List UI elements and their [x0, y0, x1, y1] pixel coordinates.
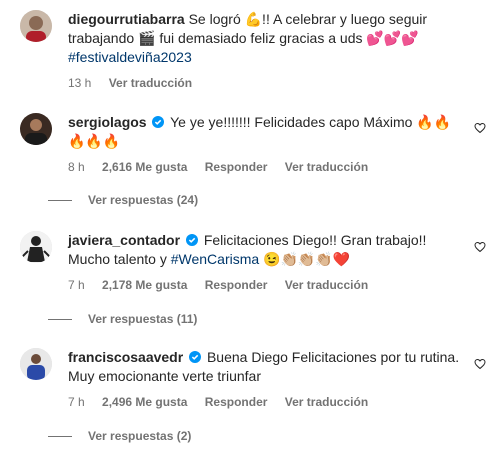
replies-divider — [48, 435, 72, 437]
reply-button[interactable]: Responder — [205, 278, 268, 292]
timestamp[interactable]: 8 h — [68, 160, 85, 174]
view-replies-button[interactable]: Ver respuestas (2) — [48, 429, 191, 443]
translate-link[interactable]: Ver traducción — [285, 395, 368, 409]
verified-badge-icon — [185, 234, 198, 246]
avatar[interactable] — [20, 113, 52, 145]
timestamp[interactable]: 7 h — [68, 278, 85, 292]
comment-username[interactable]: diegourrutiabarra — [68, 11, 185, 27]
like-heart-icon[interactable] — [474, 241, 486, 253]
comment-username[interactable]: javiera_contador — [68, 232, 180, 248]
verified-badge-icon — [152, 116, 165, 128]
hashtag-link[interactable]: #WenCarisma — [171, 251, 259, 267]
reply-button[interactable]: Responder — [205, 395, 268, 409]
like-heart-icon[interactable] — [474, 358, 486, 370]
comment-username[interactable]: franciscosaavedr — [68, 349, 183, 365]
avatar[interactable] — [20, 231, 52, 263]
view-replies-label[interactable]: Ver respuestas (24) — [88, 193, 198, 207]
likes-count[interactable]: 2,178 Me gusta — [102, 278, 187, 292]
comment-username[interactable]: sergiolagos — [68, 114, 147, 130]
avatar[interactable] — [20, 10, 52, 42]
like-heart-icon[interactable] — [474, 122, 486, 134]
replies-divider — [48, 318, 72, 320]
view-replies-label[interactable]: Ver respuestas (2) — [88, 429, 191, 443]
translate-link[interactable]: Ver traducción — [109, 76, 192, 90]
timestamp[interactable]: 13 h — [68, 76, 91, 90]
replies-divider — [48, 199, 72, 201]
likes-count[interactable]: 2,616 Me gusta — [102, 160, 187, 174]
verified-badge-icon — [189, 351, 202, 363]
comment-emojis: 😉👏🏼👏🏼👏🏼❤️ — [263, 251, 351, 267]
avatar[interactable] — [20, 348, 52, 380]
likes-count[interactable]: 2,496 Me gusta — [102, 395, 187, 409]
view-replies-button[interactable]: Ver respuestas (24) — [48, 193, 198, 207]
translate-link[interactable]: Ver traducción — [285, 160, 368, 174]
reply-button[interactable]: Responder — [205, 160, 268, 174]
hashtag-link[interactable]: #festivaldeviña2023 — [68, 49, 192, 65]
view-replies-label[interactable]: Ver respuestas (11) — [88, 312, 197, 326]
translate-link[interactable]: Ver traducción — [285, 278, 368, 292]
timestamp[interactable]: 7 h — [68, 395, 85, 409]
view-replies-button[interactable]: Ver respuestas (11) — [48, 312, 197, 326]
